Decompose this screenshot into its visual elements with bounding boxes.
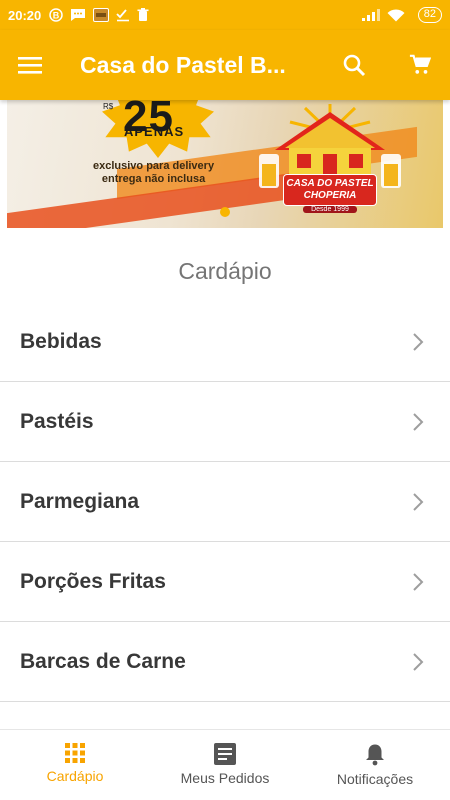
chevron-right-icon: [413, 493, 424, 511]
menu-item-bebidas[interactable]: Bebidas: [0, 302, 450, 382]
app-screen: 20:20 B 82 Casa do Pastel B... R$ 25 APE…: [0, 0, 450, 800]
menu-item-parmegiana[interactable]: Parmegiana: [0, 462, 450, 542]
logo-line1: CASA DO PASTEL: [286, 178, 374, 189]
wifi-icon: [387, 8, 405, 22]
menu-item-barcas-de-carne[interactable]: Barcas de Carne: [0, 622, 450, 702]
hamburger-menu-button[interactable]: [0, 30, 60, 100]
menu-item-pasteis[interactable]: Pastéis: [0, 382, 450, 462]
search-icon: [343, 54, 366, 77]
restaurant-logo: CASA DO PASTEL CHOPERIA Desde 1999: [245, 102, 415, 222]
nav-label: Notificações: [336, 771, 414, 787]
menu-category-list: Bebidas Pastéis Parmegiana Porções Frita…: [0, 302, 450, 702]
nav-label: Cardápio: [46, 768, 104, 784]
logo-text: CASA DO PASTEL CHOPERIA: [283, 174, 377, 206]
bottom-navigation: Cardápio Meus Pedidos Notificações: [0, 729, 450, 800]
grid-icon: [65, 743, 85, 763]
banner-promo-text: exclusivo para delivery entrega não incl…: [93, 160, 214, 186]
status-bar: 20:20 B 82: [0, 0, 450, 30]
cart-button[interactable]: [400, 46, 440, 84]
menu-item-label: Barcas de Carne: [20, 649, 186, 673]
logo-since: Desde 1999: [303, 206, 357, 213]
menu-item-label: Porções Fritas: [20, 569, 166, 593]
nav-meus-pedidos[interactable]: Meus Pedidos: [150, 730, 300, 800]
app-bar: Casa do Pastel B...: [0, 30, 450, 100]
nav-cardapio[interactable]: Cardápio: [0, 730, 150, 800]
banner-promo-line2: entrega não inclusa: [101, 173, 206, 185]
logo-line2: CHOPERIA: [303, 190, 357, 201]
nav-notificacoes[interactable]: Notificações: [300, 730, 450, 800]
banner-apenas: APENAS: [124, 124, 185, 139]
nav-label: Meus Pedidos: [180, 770, 270, 786]
chevron-right-icon: [413, 573, 424, 591]
svg-text:B: B: [53, 11, 60, 21]
carousel-indicator-dot[interactable]: [220, 207, 230, 217]
trash-notification-icon: [137, 8, 149, 22]
status-right: 82: [361, 7, 442, 23]
search-button[interactable]: [332, 46, 376, 84]
banner-promo-line1: exclusivo para delivery: [93, 160, 215, 172]
check-notification-icon: [116, 8, 130, 22]
bell-icon: [366, 744, 384, 766]
menu-item-label: Pastéis: [20, 409, 94, 433]
chevron-right-icon: [413, 653, 424, 671]
app-notification-icon: [93, 8, 110, 22]
signal-icon: [361, 9, 380, 21]
b-notification-icon: B: [49, 8, 63, 22]
menu-item-porcoes-fritas[interactable]: Porções Fritas: [0, 542, 450, 622]
section-title: Cardápio: [178, 258, 272, 284]
chevron-right-icon: [413, 333, 424, 351]
battery-indicator: 82: [417, 7, 442, 23]
menu-item-label: Bebidas: [20, 329, 102, 353]
chevron-right-icon: [413, 413, 424, 431]
status-time: 20:20: [8, 7, 42, 23]
menu-item-label: Parmegiana: [20, 489, 140, 513]
banner-currency: R$: [103, 102, 114, 111]
app-title: Casa do Pastel B...: [80, 51, 286, 78]
hamburger-menu-icon: [18, 57, 42, 74]
shopping-cart-icon: [409, 54, 431, 74]
message-notification-icon: [70, 8, 86, 22]
receipt-icon: [214, 743, 236, 765]
